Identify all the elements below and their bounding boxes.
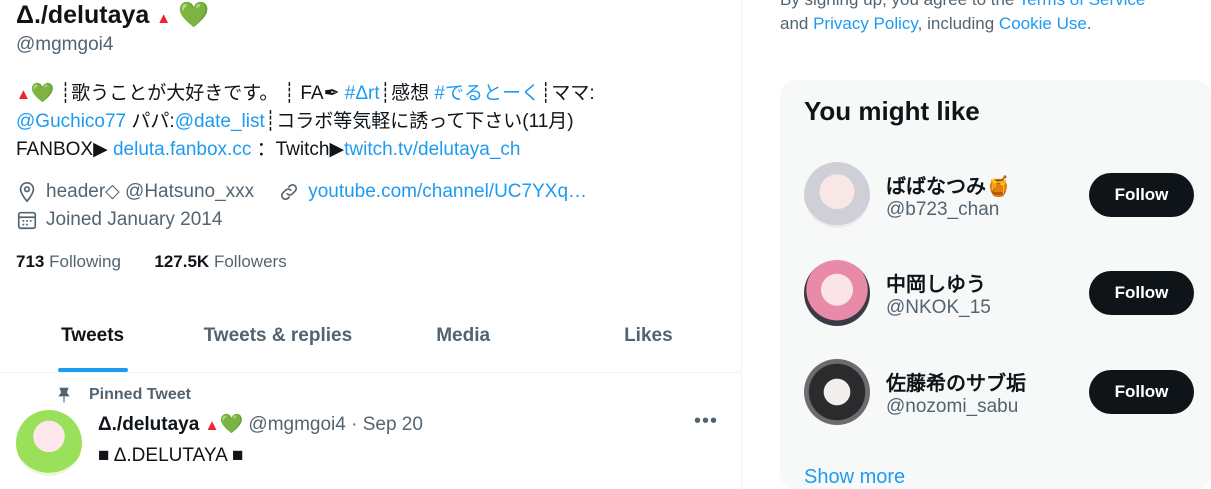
mention-link-guchico77[interactable]: @Guchico77 — [16, 111, 126, 132]
suggestion-name[interactable]: 中岡しゆう — [886, 268, 986, 297]
signup-terms: By signing up, you agree to the Terms of… — [780, 0, 1200, 36]
green-heart-icon: 💚 — [219, 414, 244, 435]
suggestion-item[interactable]: 佐藤希のサブ垢 @nozomi_sabu Follow — [804, 359, 1211, 429]
follow-button[interactable]: Follow — [1089, 370, 1194, 414]
location-icon — [19, 182, 35, 203]
tweet-handle-date: @mgmgoi4 · Sep 20 — [243, 414, 423, 435]
profile-column: Δ./delutaya ▲ 💚 @mgmgoi4 ▲💚 ┊歌うことが大好きです。… — [0, 0, 742, 489]
tab-media[interactable]: Media — [371, 300, 556, 372]
bio-text: ┊ママ: — [539, 83, 595, 104]
bio-text: パパ: — [126, 111, 175, 132]
bio-text: ：Twitch▶ — [251, 139, 345, 160]
more-options-icon[interactable]: ••• — [694, 410, 718, 433]
green-heart-icon: 💚 — [30, 83, 55, 104]
location-text: header◇ @Hatsuno_xxx — [46, 181, 255, 202]
fanbox-link[interactable]: deluta.fanbox.cc — [113, 139, 251, 160]
pen-icon: ✒ — [323, 83, 340, 104]
tweet-text: ■ Δ.DELUTAYA ■ — [98, 445, 244, 466]
red-triangle-icon: ▲ — [16, 86, 31, 103]
tab-tweets-replies[interactable]: Tweets & replies — [185, 300, 370, 372]
profile-location: header◇ @Hatsuno_xxx — [16, 177, 254, 207]
tweet-author-avatar[interactable] — [16, 410, 82, 476]
bio-line-1: ▲💚 ┊歌うことが大好きです。 ┊ FA✒ #Δrt┊感想 #でるとーく┊ママ: — [16, 80, 731, 108]
follow-button[interactable]: Follow — [1089, 173, 1194, 217]
tweet-author-name[interactable]: Δ./delutaya — [98, 414, 199, 435]
suggestion-item[interactable]: 中岡しゆう @NKOK_15 Follow — [804, 260, 1211, 330]
hashtag-link-delta-rt[interactable]: #Δrt — [345, 83, 380, 104]
profile-name-text: Δ./delutaya — [16, 1, 150, 29]
suggestion-name[interactable]: 佐藤希のサブ垢 — [886, 367, 1026, 396]
terms-text: and — [780, 14, 814, 33]
suggestion-name[interactable]: ばばなつみ🍯 — [886, 170, 1011, 199]
bio-text: ┊コラボ等気軽に誘って下さい(11月) — [264, 111, 574, 132]
card-title: You might like — [804, 96, 980, 126]
profile-joined: Joined January 2014 — [16, 205, 222, 235]
followers-label: Followers — [213, 252, 287, 271]
bio-line-3: FANBOX▶ deluta.fanbox.cc ：Twitch▶twitch.… — [16, 136, 731, 164]
privacy-policy-link[interactable]: Privacy Policy — [813, 14, 918, 33]
profile-handle: @mgmgoi4 — [16, 34, 114, 55]
red-triangle-icon: ▲ — [204, 417, 220, 434]
joined-text: Joined January 2014 — [46, 209, 223, 230]
show-more-link[interactable]: Show more — [804, 466, 905, 489]
suggestion-handle: @nozomi_sabu — [886, 396, 1019, 417]
hashtag-link-derutoku[interactable]: #でるとーく — [434, 83, 540, 104]
bio-text: ┊感想 — [379, 83, 435, 104]
bio-text: ┊歌うことが大好きです。 ┊ FA — [54, 83, 324, 104]
website-link[interactable]: youtube.com/channel/UC7YXq… — [308, 177, 587, 207]
followers-link[interactable]: 127.5K Followers — [154, 252, 286, 271]
terms-of-service-link[interactable]: Terms of Service — [1019, 0, 1146, 9]
profile-tabs: Tweets Tweets & replies Media Likes — [0, 300, 741, 373]
follow-button[interactable]: Follow — [1089, 271, 1194, 315]
suggestion-item[interactable]: ばばなつみ🍯 @b723_chan Follow — [804, 162, 1211, 232]
sidebar: By signing up, you agree to the Terms of… — [742, 0, 1211, 489]
tweet-header: Δ./delutaya ▲💚 @mgmgoi4 · Sep 20 — [98, 412, 423, 436]
you-might-like-card: You might like ばばなつみ🍯 @b723_chan Follow … — [780, 80, 1211, 489]
cookie-use-link[interactable]: Cookie Use — [999, 14, 1087, 33]
avatar[interactable] — [804, 359, 870, 425]
pinned-label-text: Pinned Tweet — [89, 386, 191, 403]
profile-display-name: Δ./delutaya ▲ 💚 — [16, 0, 209, 34]
terms-text: By signing up, you agree to the — [780, 0, 1019, 9]
terms-text: , including — [917, 14, 999, 33]
following-link[interactable]: 713 Following — [16, 252, 121, 271]
calendar-icon — [17, 211, 37, 230]
link-icon — [281, 183, 298, 201]
tab-tweets[interactable]: Tweets — [0, 300, 185, 372]
bio-text: FANBOX▶ — [16, 139, 113, 160]
following-count: 713 — [16, 252, 45, 271]
profile-bio: ▲💚 ┊歌うことが大好きです。 ┊ FA✒ #Δrt┊感想 #でるとーく┊ママ:… — [16, 80, 731, 164]
pinned-tweet-label: Pinned Tweet — [55, 385, 191, 405]
mention-link-date-list[interactable]: @date_list — [175, 111, 265, 132]
following-label: Following — [49, 252, 121, 271]
avatar[interactable] — [804, 162, 870, 228]
profile-website[interactable]: youtube.com/channel/UC7YXq… — [278, 177, 587, 207]
followers-count: 127.5K — [154, 252, 210, 271]
avatar[interactable] — [804, 260, 870, 326]
pin-icon — [58, 387, 70, 403]
terms-text: . — [1086, 14, 1092, 33]
follow-counts: 713 Following 127.5K Followers — [16, 252, 287, 272]
suggestion-handle: @b723_chan — [886, 199, 1000, 220]
twitch-link[interactable]: twitch.tv/delutaya_ch — [344, 139, 520, 160]
red-triangle-icon: ▲ — [156, 10, 172, 27]
suggestion-handle: @NKOK_15 — [886, 297, 991, 318]
green-heart-icon: 💚 — [178, 1, 210, 29]
bio-line-2: @Guchico77 パパ:@date_list┊コラボ等気軽に誘って下さい(1… — [16, 108, 731, 136]
profile-meta: header◇ @Hatsuno_xxx youtube.com/channel… — [16, 178, 587, 234]
tab-likes[interactable]: Likes — [556, 300, 741, 372]
